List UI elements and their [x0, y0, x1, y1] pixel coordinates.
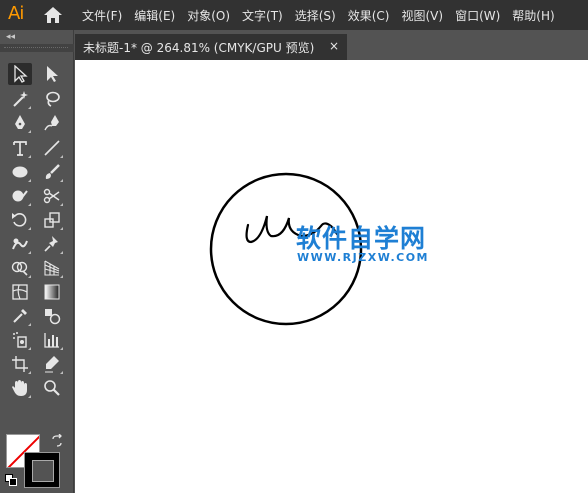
- perspective-grid-tool[interactable]: [40, 257, 64, 279]
- watermark-url: WWW.RJZXW.COM: [297, 251, 429, 264]
- swap-fill-stroke-icon[interactable]: [50, 434, 64, 448]
- zoom-tool[interactable]: [40, 377, 64, 399]
- document-tab-bar: 未标题-1* @ 264.81% (CMYK/GPU 预览) ×: [75, 30, 588, 60]
- menu-help[interactable]: 帮助(H): [512, 7, 554, 24]
- scissors-tool[interactable]: [40, 185, 64, 207]
- lasso-tool[interactable]: [40, 88, 64, 110]
- puppet-warp-tool[interactable]: [40, 233, 64, 255]
- menu-select[interactable]: 选择(S): [295, 7, 336, 24]
- type-icon: [13, 141, 27, 156]
- symbol-sprayer-tool[interactable]: [8, 329, 32, 351]
- curvature-tool[interactable]: [40, 112, 64, 134]
- type-tool[interactable]: [8, 137, 32, 159]
- artwork: [209, 172, 363, 326]
- blend-icon: [45, 309, 61, 325]
- scissors-icon: [43, 188, 60, 204]
- gradient-tool[interactable]: [40, 281, 64, 303]
- shaper-tool[interactable]: [8, 185, 32, 207]
- direct-selection-icon: [47, 66, 58, 82]
- selection-arrow-icon: [14, 65, 28, 83]
- hand-icon: [12, 380, 27, 396]
- scale-icon: [44, 212, 60, 228]
- menu-type[interactable]: 文字(T): [242, 7, 283, 24]
- main-menu: 文件(F) 编辑(E) 对象(O) 文字(T) 选择(S) 效果(C) 视图(V…: [82, 0, 567, 30]
- magic-wand-tool[interactable]: [8, 88, 32, 110]
- lasso-icon: [46, 91, 60, 107]
- menu-effect[interactable]: 效果(C): [348, 7, 390, 24]
- document-tab-label: 未标题-1* @ 264.81% (CMYK/GPU 预览): [83, 40, 315, 55]
- warp-icon: [12, 238, 28, 250]
- eyedropper-icon: [13, 309, 27, 323]
- pen-icon: [15, 115, 25, 129]
- direct-selection-tool[interactable]: [40, 63, 64, 85]
- ellipse-tool[interactable]: [8, 161, 32, 183]
- pen-tool[interactable]: [8, 112, 32, 134]
- rotate-icon: [12, 213, 27, 227]
- shape-builder-tool[interactable]: [8, 257, 32, 279]
- artboard-tool[interactable]: [8, 353, 32, 375]
- magic-wand-icon: [13, 91, 28, 107]
- shaper-icon: [12, 190, 28, 202]
- blend-tool[interactable]: [40, 305, 64, 327]
- stroke-swatch[interactable]: [24, 452, 60, 488]
- scale-tool[interactable]: [40, 209, 64, 231]
- default-fill-stroke-icon[interactable]: [5, 474, 17, 486]
- column-graph-tool[interactable]: [40, 329, 64, 351]
- ellipse-icon: [12, 166, 28, 178]
- hand-tool[interactable]: [8, 377, 32, 399]
- app-logo: Ai: [8, 3, 24, 24]
- eraser-icon: [45, 356, 59, 373]
- eraser-tool[interactable]: [40, 353, 64, 375]
- column-graph-icon: [44, 333, 59, 348]
- menu-window[interactable]: 窗口(W): [455, 7, 500, 24]
- symbol-sprayer-icon: [13, 332, 27, 348]
- warp-tool[interactable]: [8, 233, 32, 255]
- watermark-title: 软件自学网: [296, 224, 427, 253]
- menu-object[interactable]: 对象(O): [187, 7, 230, 24]
- artboard-icon: [12, 356, 28, 372]
- collapse-panel-button[interactable]: ◂◂: [6, 32, 15, 42]
- menu-file[interactable]: 文件(F): [82, 7, 122, 24]
- paintbrush-tool[interactable]: [40, 161, 64, 183]
- gradient-icon: [44, 284, 60, 300]
- selection-tool[interactable]: [8, 63, 32, 85]
- zoom-icon: [44, 380, 60, 396]
- menu-bar: Ai 文件(F) 编辑(E) 对象(O) 文字(T) 选择(S) 效果(C) 视…: [0, 0, 588, 30]
- perspective-grid-icon: [44, 260, 60, 276]
- artboard-canvas[interactable]: 软件自学网 WWW.RJZXW.COM: [75, 60, 588, 493]
- panel-grip[interactable]: [0, 44, 74, 52]
- curvature-icon: [44, 115, 59, 131]
- eyedropper-tool[interactable]: [8, 305, 32, 327]
- mesh-tool[interactable]: [8, 281, 32, 303]
- mesh-icon: [12, 284, 28, 300]
- rotate-tool[interactable]: [8, 209, 32, 231]
- paintbrush-icon: [45, 164, 60, 179]
- line-segment-tool[interactable]: [40, 137, 64, 159]
- menu-edit[interactable]: 编辑(E): [134, 7, 175, 24]
- document-tab[interactable]: 未标题-1* @ 264.81% (CMYK/GPU 预览) ×: [75, 34, 347, 60]
- menu-view[interactable]: 视图(V): [401, 7, 443, 24]
- pin-icon: [44, 236, 58, 252]
- home-icon[interactable]: [43, 6, 63, 24]
- shape-builder-icon: [11, 261, 28, 276]
- close-icon[interactable]: ×: [329, 39, 339, 53]
- tools-panel: ◂◂: [0, 30, 74, 493]
- line-segment-icon: [44, 140, 60, 156]
